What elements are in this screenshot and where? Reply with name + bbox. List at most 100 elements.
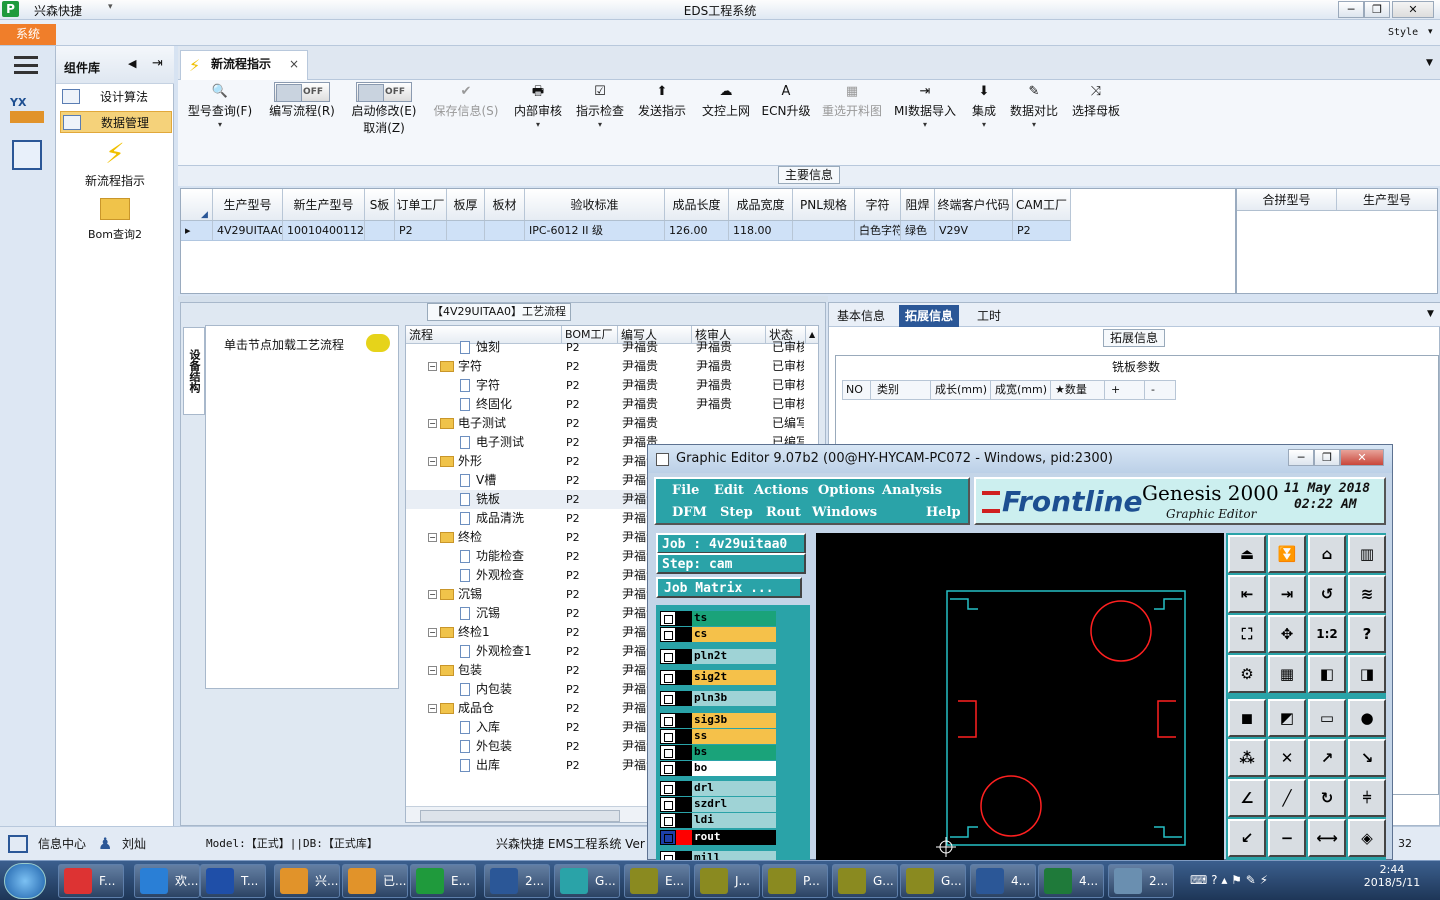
tool-button-icon[interactable]: ● — [1348, 699, 1386, 737]
tool-button-icon[interactable]: ▦ — [1268, 655, 1306, 693]
column-header[interactable]: 板厚 — [447, 189, 485, 220]
tool-button-icon[interactable]: ⏬ — [1268, 535, 1306, 573]
integrate-button[interactable]: ⬇ 集成 ▾ — [964, 82, 1004, 152]
remove-row-button[interactable]: - — [1145, 381, 1175, 399]
column-header[interactable]: 验收标准 — [525, 189, 665, 220]
layer-pln3b[interactable]: pln3b — [660, 691, 776, 706]
tab-basic-info[interactable]: 基本信息 — [831, 305, 891, 327]
tool-button-icon[interactable]: ◈ — [1348, 819, 1386, 857]
taskbar-item[interactable]: G... — [832, 864, 898, 898]
lightning-icon[interactable]: ⚡ — [100, 138, 130, 170]
yx-module-icon[interactable]: YX — [10, 96, 44, 128]
layer-checkbox[interactable] — [660, 781, 676, 796]
system-button[interactable]: 系统 — [0, 24, 56, 45]
taskbar-item[interactable]: F... — [58, 864, 124, 898]
clock[interactable]: 2:44 2018/5/11 — [1352, 863, 1432, 889]
calculator-module-icon[interactable] — [12, 140, 42, 170]
tool-button-icon[interactable]: ∠ — [1228, 779, 1266, 817]
tool-button-icon[interactable]: ◼ — [1228, 699, 1266, 737]
tray-icons[interactable]: ⌨ ? ▴ ⚑ ✎ ⚡ — [1190, 873, 1268, 887]
panel-item-data-manage[interactable]: 数据管理 — [60, 111, 172, 133]
layer-rout[interactable]: rout — [660, 830, 776, 845]
table-cell[interactable] — [447, 221, 485, 240]
tool-button-icon[interactable]: ⏏ — [1228, 535, 1266, 573]
side-tab-equipment[interactable]: 设备结构 — [183, 327, 205, 415]
table-cell[interactable]: 126.00 — [665, 221, 729, 240]
style-menu[interactable]: Style — [1388, 27, 1418, 38]
tool-button-icon[interactable]: ◨ — [1348, 655, 1386, 693]
menu-options[interactable]: Options — [818, 483, 875, 498]
tree-row[interactable]: 终固化 P2 尹福贵 尹福贵 已审核 — [406, 395, 818, 414]
taskbar-item[interactable]: J... — [694, 864, 760, 898]
layer-checkbox[interactable] — [660, 627, 676, 642]
folder-open-icon[interactable] — [100, 198, 130, 220]
table-cell[interactable]: 118.00 — [729, 221, 793, 240]
internal-audit-button[interactable]: 🖶 内部审核 ▾ — [510, 82, 566, 152]
column-header[interactable]: 成品长度 — [665, 189, 729, 220]
taskbar-item[interactable]: T... — [200, 864, 266, 898]
send-instruction-button[interactable]: ⬆ 发送指示 — [634, 82, 690, 152]
collapse-toggle-icon[interactable]: − — [428, 590, 437, 599]
tab-extended-info[interactable]: 拓展信息 — [899, 305, 960, 327]
layer-cs[interactable]: cs — [660, 627, 776, 642]
taskbar-item[interactable]: 4... — [1038, 864, 1104, 898]
tool-button-icon[interactable]: ▭ — [1308, 699, 1346, 737]
table-cell[interactable]: 绿色 — [901, 221, 935, 240]
collapse-toggle-icon[interactable]: − — [428, 362, 437, 371]
layer-sig3b[interactable]: sig3b — [660, 713, 776, 728]
quick-new-flow[interactable]: 新流程指示 — [56, 172, 174, 189]
collapse-toggle-icon[interactable]: − — [428, 628, 437, 637]
menu-windows[interactable]: Windows — [812, 505, 877, 520]
taskbar-item[interactable]: E... — [624, 864, 690, 898]
table-cell[interactable] — [365, 221, 395, 240]
tree-row[interactable]: − 字符 P2 尹福贵 尹福贵 已审核 — [406, 357, 818, 376]
collapse-toggle-icon[interactable]: − — [428, 457, 437, 466]
graphic-canvas[interactable] — [816, 533, 1224, 861]
layer-checkbox[interactable] — [660, 745, 676, 760]
add-row-button[interactable]: + — [1105, 381, 1145, 399]
column-header[interactable]: 终端客户代码 — [935, 189, 1013, 220]
layer-checkbox[interactable] — [660, 691, 676, 706]
taskbar-item[interactable]: 欢... — [134, 864, 200, 898]
layer-ss[interactable]: ss — [660, 729, 776, 744]
tool-button-icon[interactable]: ▥ — [1348, 535, 1386, 573]
layer-checkbox[interactable] — [660, 713, 676, 728]
layer-ts[interactable]: ts — [660, 611, 776, 626]
taskbar-item[interactable]: 2... — [1108, 864, 1174, 898]
ecn-upgrade-button[interactable]: A ECN升级 — [760, 82, 812, 152]
start-modify-toggle[interactable]: OFF 启动修改(E) 取消(Z) — [344, 82, 424, 152]
layer-drl[interactable]: drl — [660, 781, 776, 796]
ge-maximize-button[interactable]: ❐ — [1314, 449, 1340, 466]
table-row[interactable]: ▸4V29UITAA010010400112736 P2 IPC-6012 II 级… — [181, 221, 1071, 241]
model-query-button[interactable]: 🔍 型号查询(F) ▾ — [184, 82, 256, 152]
select-mother-board-button[interactable]: ⤨ 选择母板 — [1068, 82, 1124, 152]
reselect-cutting-map-button[interactable]: ▦ 重选开料图 — [818, 82, 886, 152]
layer-checkbox[interactable] — [660, 649, 676, 664]
table-cell[interactable] — [793, 221, 855, 240]
table-cell[interactable] — [485, 221, 525, 240]
collapse-toggle-icon[interactable]: − — [428, 704, 437, 713]
menu-file[interactable]: File — [672, 483, 699, 498]
table-cell[interactable]: P2 — [395, 221, 447, 240]
column-header[interactable]: 新生产型号 — [283, 189, 365, 220]
layer-sig2t[interactable]: sig2t — [660, 670, 776, 685]
minimize-button[interactable]: ─ — [1338, 1, 1364, 18]
tool-button-icon[interactable]: ≋ — [1348, 575, 1386, 613]
taskbar-item[interactable]: E... — [410, 864, 476, 898]
ge-close-button[interactable]: ✕ — [1340, 449, 1384, 466]
tool-button-icon[interactable]: ⌂ — [1308, 535, 1346, 573]
layer-checkbox[interactable] — [660, 830, 676, 845]
menu-step[interactable]: Step — [720, 505, 753, 520]
quick-access-dropdown[interactable]: ▾ — [108, 2, 113, 12]
tab-new-flow[interactable]: ⚡ 新流程指示 × — [180, 50, 308, 80]
taskbar-item[interactable]: 已... — [342, 864, 408, 898]
menu-actions[interactable]: Actions — [754, 483, 808, 498]
pin-panel-icon[interactable]: ⇥ — [152, 56, 163, 71]
layer-checkbox[interactable] — [660, 729, 676, 744]
panel-item-design-algo[interactable]: 设计算法 — [60, 86, 172, 108]
tool-button-icon[interactable]: ↗ — [1308, 739, 1346, 777]
tool-button-icon[interactable]: ✕ — [1268, 739, 1306, 777]
layer-checkbox[interactable] — [660, 797, 676, 812]
taskbar-item[interactable]: P... — [762, 864, 828, 898]
menu-rout[interactable]: Rout — [766, 505, 801, 520]
